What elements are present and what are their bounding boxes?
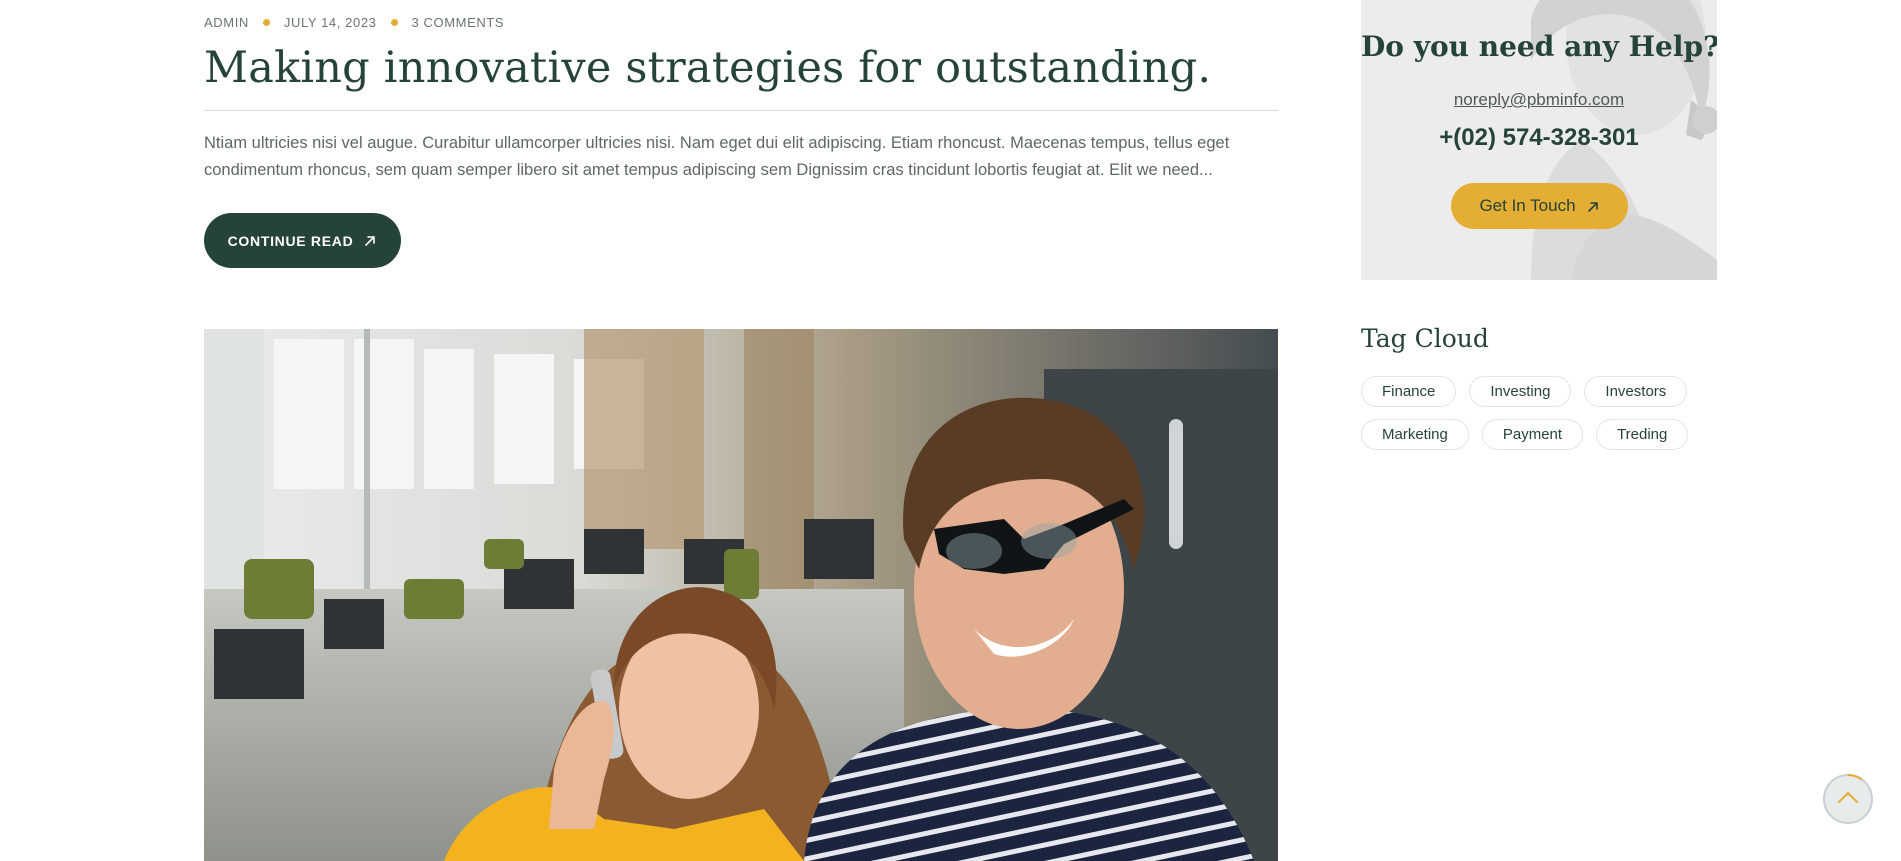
scroll-progress-ring — [1847, 774, 1863, 781]
post-date-link[interactable]: JULY 14, 2023 — [284, 15, 377, 30]
post-title[interactable]: Making innovative strategies for outstan… — [204, 40, 1211, 96]
tag-finance[interactable]: Finance — [1361, 376, 1457, 407]
meta-separator-dot — [262, 19, 270, 26]
meta-separator-dot — [390, 19, 398, 26]
tag-investing[interactable]: Investing — [1469, 376, 1572, 407]
get-in-touch-label: Get In Touch — [1479, 196, 1576, 215]
tag-cloud-heading: Tag Cloud — [1361, 324, 1489, 353]
post-comments-link[interactable]: 3 COMMENTS — [412, 15, 505, 30]
continue-read-button[interactable]: CONTINUE READ — [204, 213, 401, 268]
back-to-top-button[interactable] — [1823, 774, 1873, 824]
tag-cloud: Finance Investing Investors Marketing Pa… — [1361, 376, 1711, 450]
help-card-title: Do you need any Help? — [1361, 30, 1717, 63]
post-author-link[interactable]: ADMIN — [204, 15, 249, 30]
post-excerpt: Ntiam ultricies nisi vel augue. Curabitu… — [204, 134, 1230, 179]
post-featured-image[interactable] — [204, 329, 1278, 861]
continue-read-label: CONTINUE READ — [227, 232, 354, 249]
post-meta: ADMIN JULY 14, 2023 3 COMMENTS — [204, 15, 504, 30]
arrow-up-right-icon — [363, 234, 377, 248]
help-phone-number[interactable]: +(02) 574-328-301 — [1361, 124, 1717, 152]
help-email-link[interactable]: noreply@pbminfo.com — [1361, 90, 1717, 110]
tag-marketing[interactable]: Marketing — [1361, 419, 1469, 450]
help-card: Do you need any Help? noreply@pbminfo.co… — [1361, 0, 1717, 280]
title-divider — [204, 110, 1278, 111]
tag-investors[interactable]: Investors — [1584, 376, 1688, 407]
office-photo — [204, 329, 1278, 861]
tag-treding[interactable]: Treding — [1596, 419, 1689, 450]
arrow-up-right-icon — [1586, 199, 1600, 213]
get-in-touch-button[interactable]: Get In Touch — [1451, 183, 1628, 229]
tag-payment[interactable]: Payment — [1481, 419, 1584, 450]
